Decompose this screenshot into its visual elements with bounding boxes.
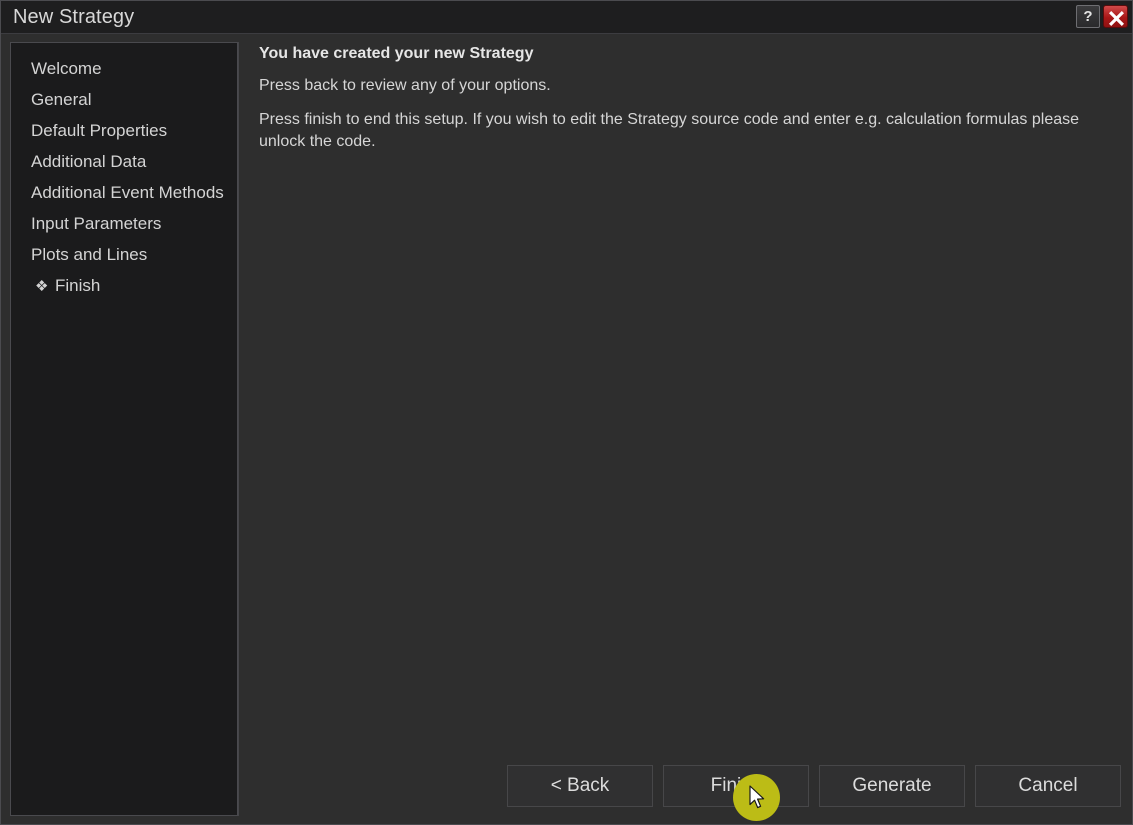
content-paragraph-2: Press finish to end this setup. If you w… (259, 111, 1080, 150)
sidebar-item-label: Input Parameters (31, 214, 162, 233)
sidebar-item-plots-and-lines[interactable]: Plots and Lines (11, 239, 237, 270)
sidebar-item-label: General (31, 90, 92, 109)
sidebar-item-label: Finish (55, 276, 101, 295)
sidebar-item-label: Welcome (31, 59, 102, 78)
content-paragraph-1: Press back to review any of your options… (259, 77, 551, 94)
sidebar-item-label: Plots and Lines (31, 245, 148, 264)
generate-button[interactable]: Generate (819, 765, 965, 807)
close-button[interactable] (1103, 5, 1128, 28)
cancel-button[interactable]: Cancel (975, 765, 1121, 807)
close-icon (1109, 11, 1124, 26)
finish-button[interactable]: Finish (663, 765, 809, 807)
new-strategy-dialog: New Strategy ? Welcome General Default P… (0, 0, 1133, 825)
sidebar-item-label: Default Properties (31, 121, 168, 140)
title-bar: New Strategy ? (1, 1, 1132, 34)
window-title: New Strategy (13, 6, 135, 28)
current-step-diamond-icon: ❖ (35, 278, 49, 295)
back-button[interactable]: < Back (507, 765, 653, 807)
dialog-button-row: < Back Finish Generate Cancel (507, 765, 1121, 807)
sidebar-item-default-properties[interactable]: Default Properties (11, 115, 237, 146)
wizard-step-list: Welcome General Default Properties Addit… (11, 43, 237, 301)
sidebar-item-additional-data[interactable]: Additional Data (11, 146, 237, 177)
help-button[interactable]: ? (1076, 5, 1100, 28)
sidebar-item-input-parameters[interactable]: Input Parameters (11, 208, 237, 239)
sidebar-divider (238, 42, 239, 816)
sidebar-item-general[interactable]: General (11, 84, 237, 115)
dialog-footer: < Back Finish Generate Cancel (247, 765, 1122, 807)
sidebar-item-finish[interactable]: ❖ Finish (11, 270, 237, 301)
content-panel: You have created your new Strategy Press… (247, 42, 1122, 742)
wizard-step-sidebar: Welcome General Default Properties Addit… (10, 42, 238, 816)
sidebar-item-welcome[interactable]: Welcome (11, 53, 237, 84)
sidebar-item-additional-event-methods[interactable]: Additional Event Methods (11, 177, 237, 208)
sidebar-item-label: Additional Data (31, 152, 147, 171)
title-bar-buttons: ? (1076, 5, 1128, 28)
content-heading: You have created your new Strategy (259, 45, 534, 62)
sidebar-item-label: Additional Event Methods (31, 183, 224, 202)
